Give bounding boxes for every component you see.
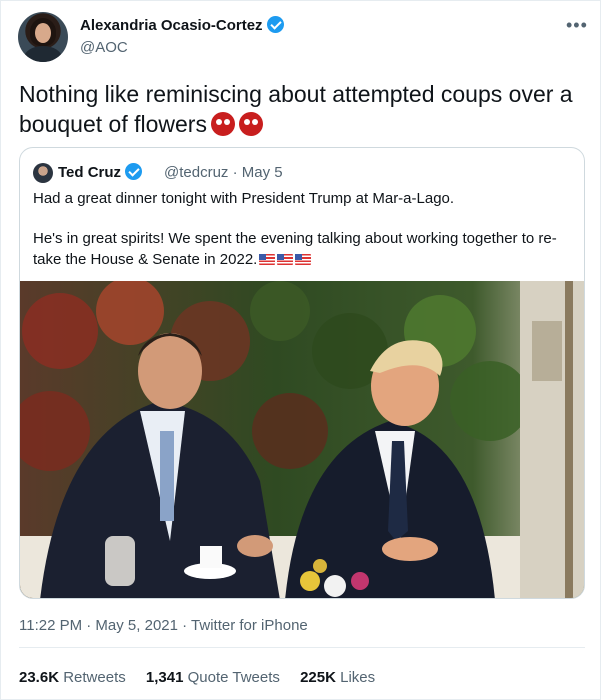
us-flag-icon [259,254,276,265]
quoted-author-handle[interactable]: @tedcruz [164,164,228,181]
retweets-label: Retweets [63,669,126,686]
verified-badge-icon [266,16,284,33]
divider [19,647,585,648]
quoted-author-name[interactable]: Ted Cruz [58,164,121,181]
ogre-emoji-icon [210,112,235,136]
quoted-author-name-row[interactable]: Ted Cruz [58,163,143,181]
tweet-timestamp[interactable]: 11:22 PM · May 5, 2021 · Twitter for iPh… [19,617,308,634]
quote-tweets-label: Quote Tweets [187,669,280,686]
quoted-text-line2: He's in great spirits! We spent the even… [33,228,573,270]
quoted-date[interactable]: · May 5 [233,164,283,181]
retweets-count: 23.6K [19,669,60,686]
us-flag-icon [277,254,294,265]
quoted-photo[interactable] [20,281,584,598]
verified-badge-icon [125,163,143,180]
likes-stat[interactable]: 225K Likes [300,669,375,686]
author-avatar[interactable] [18,12,68,62]
likes-label: Likes [340,669,376,686]
author-handle[interactable]: @AOC [80,39,128,56]
quote-tweets-count: 1,341 [145,669,184,686]
tweet-text-content: Nothing like reminiscing about attempted… [19,81,573,137]
quoted-author-avatar[interactable] [33,163,53,183]
more-options-icon[interactable]: ••• [566,15,588,36]
dinner-photo-image [20,281,584,598]
retweets-stat[interactable]: 23.6K Retweets [19,669,126,686]
tweet-text: Nothing like reminiscing about attempted… [19,79,589,139]
tweet-card: Alexandria Ocasio-Cortez @AOC ••• Nothin… [0,0,601,700]
author-name-row[interactable]: Alexandria Ocasio-Cortez [80,16,284,34]
author-name[interactable]: Alexandria Ocasio-Cortez [80,17,263,34]
quote-tweets-stat[interactable]: 1,341 Quote Tweets [146,669,280,686]
quoted-text-line1: Had a great dinner tonight with Presiden… [33,190,455,207]
engagement-stats: 23.6K Retweets 1,341 Quote Tweets 225K L… [19,669,391,686]
likes-count: 225K [300,669,336,686]
us-flag-icon [295,254,312,265]
quoted-meta: @tedcruz · May 5 [164,164,283,181]
ogre-emoji-icon [238,112,263,136]
quoted-tweet[interactable]: Ted Cruz @tedcruz · May 5 Had a great di… [19,147,585,599]
